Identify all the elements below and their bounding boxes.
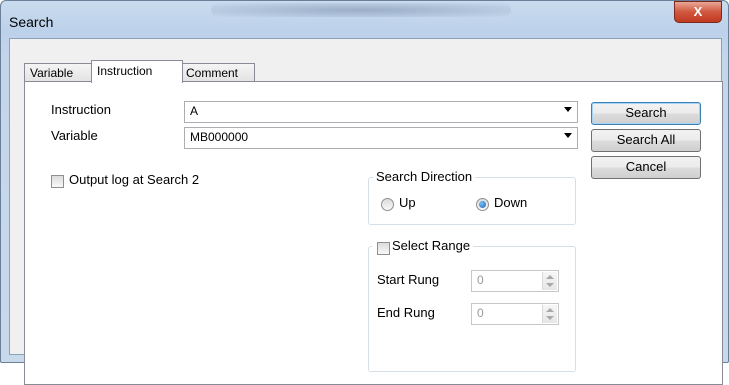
output-log-label: Output log at Search 2 [69, 172, 200, 187]
search-button[interactable]: Search [591, 102, 701, 125]
dialog-body: Variable Instruction Comment Instruction… [9, 38, 723, 385]
chevron-up-icon[interactable] [546, 275, 554, 279]
end-rung-spinner[interactable]: 0 [471, 303, 559, 325]
instruction-combo[interactable]: A [184, 101, 578, 123]
direction-down-label: Down [494, 195, 528, 210]
spinner-buttons[interactable] [542, 305, 557, 323]
title-bar-glow [211, 3, 511, 17]
search-direction-title: Search Direction [373, 169, 476, 184]
start-rung-spinner[interactable]: 0 [471, 270, 559, 292]
direction-up-label: Up [399, 195, 416, 210]
title-bar[interactable]: Search X [1, 1, 728, 33]
output-log-checkbox[interactable] [51, 175, 64, 188]
variable-value: MB000000 [190, 130, 249, 144]
instruction-tab-panel: Instruction A Variable MB000000 Search S… [24, 81, 723, 385]
tab-instruction[interactable]: Instruction [91, 60, 183, 83]
select-range-group: Select Range Start Rung 0 End Rung 0 [368, 238, 576, 372]
variable-label: Variable [51, 128, 98, 143]
variable-combo[interactable]: MB000000 [184, 127, 578, 149]
end-rung-value: 0 [477, 306, 484, 320]
start-rung-value: 0 [477, 273, 484, 287]
close-icon: X [693, 4, 703, 19]
tab-comment[interactable]: Comment [180, 63, 255, 83]
search-dialog: Search X Variable Instruction Comment In… [0, 0, 729, 385]
chevron-down-icon[interactable] [546, 283, 554, 287]
chevron-down-icon[interactable] [564, 107, 572, 112]
radio-selected-dot [479, 201, 486, 208]
end-rung-label: End Rung [377, 305, 435, 320]
direction-up-radio[interactable] [381, 198, 394, 211]
spinner-buttons[interactable] [542, 272, 557, 290]
direction-down-radio[interactable] [476, 198, 489, 211]
cancel-button[interactable]: Cancel [591, 156, 701, 179]
instruction-label: Instruction [51, 102, 111, 117]
search-direction-group: Search Direction Up Down [368, 169, 576, 225]
start-rung-label: Start Rung [377, 272, 440, 287]
instruction-value: A [190, 104, 199, 118]
chevron-down-icon[interactable] [546, 316, 554, 320]
chevron-up-icon[interactable] [546, 308, 554, 312]
chevron-down-icon[interactable] [564, 133, 572, 138]
dialog-title: Search [9, 14, 54, 30]
select-range-checkbox[interactable] [377, 242, 390, 255]
tab-variable[interactable]: Variable [24, 63, 93, 83]
search-all-button[interactable]: Search All [591, 129, 701, 152]
close-button[interactable]: X [674, 1, 722, 23]
